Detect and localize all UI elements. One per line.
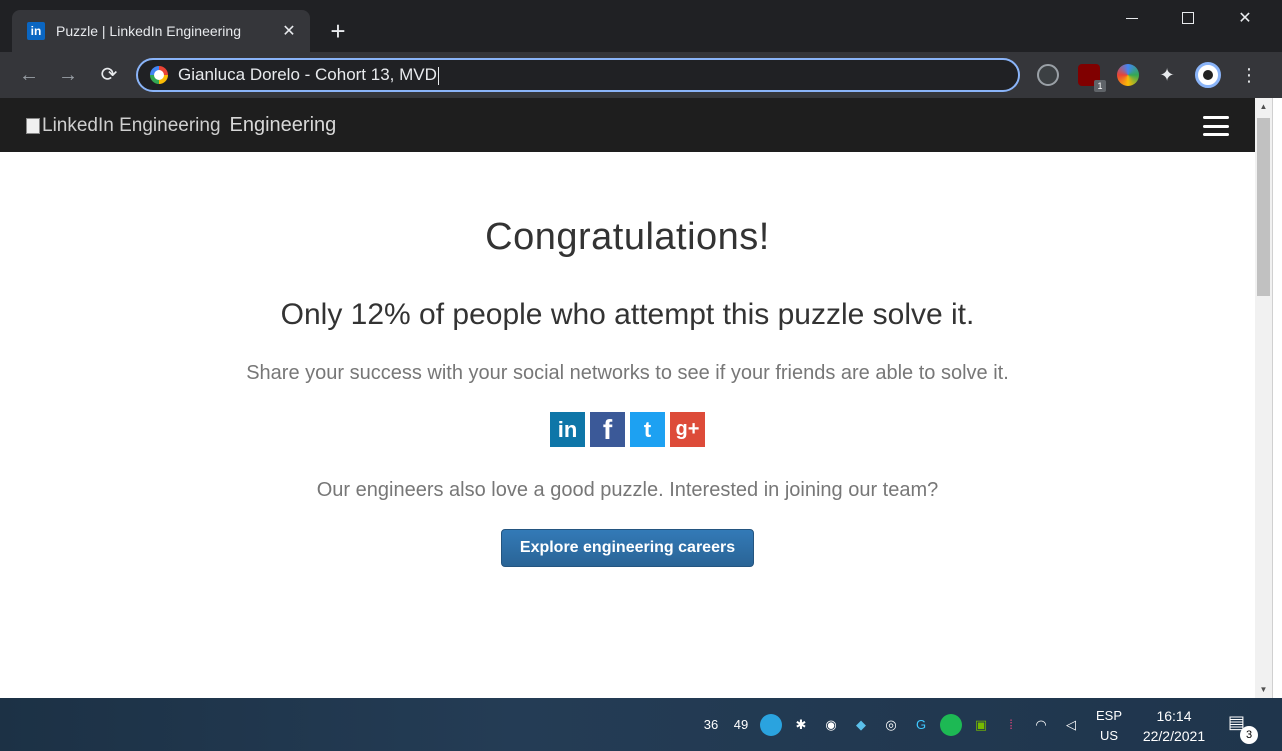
explore-careers-button[interactable]: Explore engineering careers <box>501 529 754 567</box>
ublock-badge: 1 <box>1094 80 1106 92</box>
language-code: ESP <box>1095 708 1122 723</box>
browser-tab[interactable]: in Puzzle | LinkedIn Engineering ✕ <box>12 10 310 52</box>
system-tray: 36 49 ✱ ◉ ◆ ◎ G ▣ ⁞ ◠ ◁ <box>700 698 1082 751</box>
tab-strip: in Puzzle | LinkedIn Engineering ✕ + ✕ <box>0 0 1282 52</box>
broken-image-icon <box>26 117 40 134</box>
page-viewport: LinkedIn Engineering Engineering Congrat… <box>0 98 1282 698</box>
slack-icon[interactable]: ✱ <box>790 714 812 736</box>
steam-icon[interactable]: ◎ <box>880 714 902 736</box>
tray-label-2[interactable]: 49 <box>730 714 752 736</box>
logitech-icon[interactable]: G <box>910 714 932 736</box>
tab-title: Puzzle | LinkedIn Engineering <box>56 23 241 39</box>
page-title: Congratulations! <box>485 216 770 258</box>
logo-alt-text: LinkedIn Engineering <box>42 114 221 136</box>
tab-close-icon[interactable]: ✕ <box>280 21 298 41</box>
telegram-icon[interactable] <box>760 713 782 736</box>
join-prompt: Our engineers also love a good puzzle. I… <box>316 479 939 501</box>
discord-icon[interactable]: ◉ <box>820 714 842 736</box>
linkedin-share-icon[interactable]: in <box>550 412 585 447</box>
site-header: LinkedIn Engineering Engineering <box>0 98 1255 152</box>
system-clock[interactable]: 16:14 22/2/2021 <box>1134 706 1214 746</box>
address-bar[interactable]: Gianluca Dorelo - Cohort 13, MVD <box>136 58 1020 92</box>
social-share-buttons: in f t g+ <box>550 412 705 447</box>
site-logo[interactable]: LinkedIn Engineering Engineering <box>26 114 336 137</box>
maximize-button[interactable] <box>1160 0 1216 36</box>
wifi-icon[interactable]: ◠ <box>1030 714 1052 736</box>
scroll-down-arrow-icon[interactable]: ▼ <box>1255 681 1272 698</box>
linkedin-favicon-icon: in <box>27 22 45 40</box>
notification-count-badge: 3 <box>1240 726 1258 744</box>
spotify-icon[interactable] <box>940 713 962 736</box>
twitter-share-icon[interactable]: t <box>630 412 665 447</box>
clock-date: 22/2/2021 <box>1142 728 1206 744</box>
nvidia-icon[interactable]: ▣ <box>970 714 992 736</box>
share-prompt: Share your success with your social netw… <box>246 362 1009 384</box>
window-edge <box>1272 98 1282 698</box>
new-tab-button[interactable]: + <box>322 17 354 45</box>
volume-icon[interactable]: ◁ <box>1060 714 1082 736</box>
tray-label-1[interactable]: 36 <box>700 714 722 736</box>
slack-tray-icon[interactable]: ⁞ <box>1000 714 1022 736</box>
forward-button[interactable]: → <box>53 60 83 90</box>
windows-taskbar: 36 49 ✱ ◉ ◆ ◎ G ▣ ⁞ ◠ ◁ ESP US 16:14 22/… <box>0 698 1282 751</box>
googleplus-share-icon[interactable]: g+ <box>670 412 705 447</box>
clock-time: 16:14 <box>1156 708 1192 724</box>
window-close-button[interactable]: ✕ <box>1217 0 1273 36</box>
input-language[interactable]: ESP US <box>1094 706 1124 746</box>
scroll-thumb[interactable] <box>1257 118 1270 296</box>
ublock-icon[interactable]: 1 <box>1078 64 1106 92</box>
maximize-icon <box>1182 12 1194 24</box>
google-icon <box>150 66 168 84</box>
facebook-share-icon[interactable]: f <box>590 412 625 447</box>
browser-menu-icon[interactable]: ⋮ <box>1240 62 1258 88</box>
extension-spy-icon[interactable] <box>1037 64 1059 86</box>
extensions-puzzle-icon[interactable]: ✦ <box>1156 64 1178 86</box>
page-scrollbar[interactable]: ▲ ▼ <box>1255 98 1272 698</box>
logo-word: Engineering <box>229 114 337 136</box>
address-input[interactable]: Gianluca Dorelo - Cohort 13, MVD <box>178 65 439 85</box>
stat-text: Only 12% of people who attempt this puzz… <box>280 298 975 331</box>
shop-icon[interactable]: ◆ <box>850 714 872 736</box>
scroll-up-arrow-icon[interactable]: ▲ <box>1255 98 1272 115</box>
extension-compass-icon[interactable] <box>1117 64 1139 86</box>
back-button[interactable]: ← <box>14 60 44 90</box>
minimize-button[interactable] <box>1104 0 1160 36</box>
minimize-icon <box>1126 17 1138 19</box>
profile-avatar[interactable] <box>1195 62 1221 88</box>
text-caret <box>437 66 439 85</box>
browser-toolbar: ← → ⟳ Gianluca Dorelo - Cohort 13, MVD 1… <box>0 52 1282 98</box>
layout-code: US <box>1099 728 1119 743</box>
reload-button[interactable]: ⟳ <box>94 60 124 90</box>
hamburger-menu-icon[interactable] <box>1203 116 1229 136</box>
